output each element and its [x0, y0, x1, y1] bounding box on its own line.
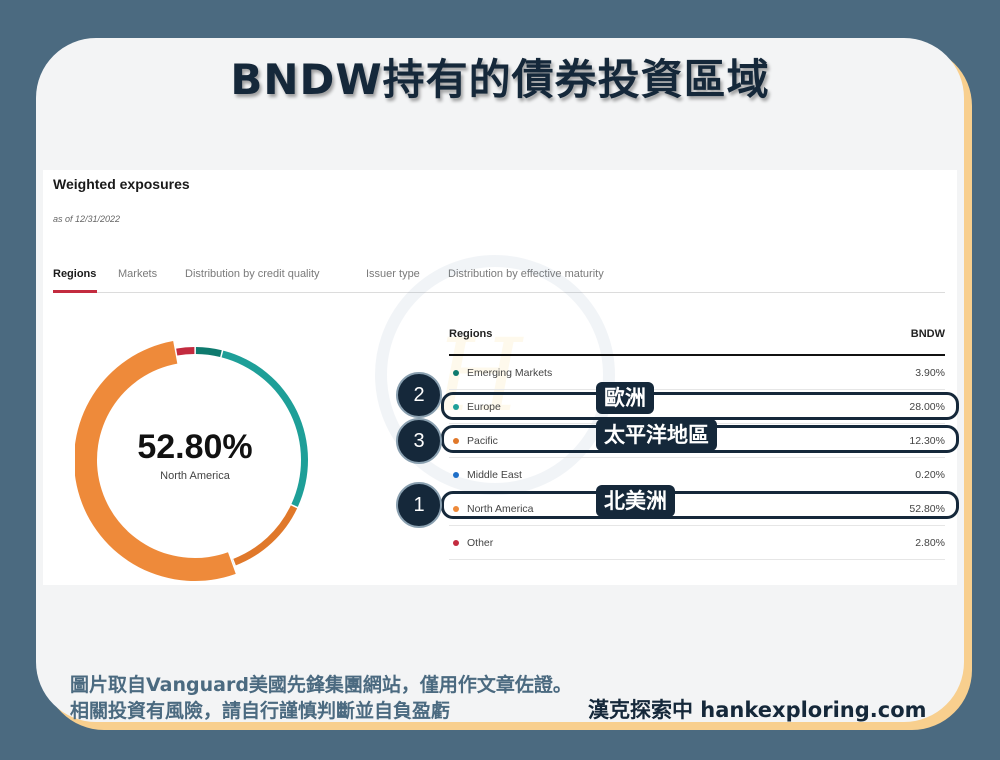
- row-value: 0.20%: [915, 469, 945, 481]
- donut-slice-pacific[interactable]: [233, 505, 298, 566]
- table-row[interactable]: Emerging Markets 3.90%: [449, 356, 945, 390]
- tab-markets[interactable]: Markets: [118, 268, 157, 280]
- tab-credit-quality[interactable]: Distribution by credit quality: [185, 268, 320, 280]
- donut-center-label: North America: [160, 470, 230, 482]
- rank-badge-1: 1: [396, 482, 442, 528]
- tab-regions[interactable]: Regions: [53, 268, 96, 280]
- label-north-america-zh: 北美洲: [596, 485, 675, 517]
- donut-slice-other[interactable]: [176, 347, 195, 356]
- row-region: Middle East: [467, 469, 522, 481]
- as-of-date: as of 12/31/2022: [53, 214, 121, 224]
- table-row[interactable]: Other 2.80%: [449, 526, 945, 560]
- highlight-box-europe: [441, 392, 959, 420]
- brand-credit: 漢克探索中 hankexploring.com: [588, 698, 927, 722]
- tab-issuer-type[interactable]: Issuer type: [366, 268, 420, 280]
- page-title: BNDW持有的債券投資區域: [230, 55, 770, 104]
- rank-badge-2: 2: [396, 372, 442, 418]
- donut-slice-emerging-markets[interactable]: [195, 347, 222, 358]
- active-tab-indicator: [53, 290, 97, 293]
- source-note: 圖片取自Vanguard美國先鋒集團網站，僅用作文章佐證。: [70, 674, 572, 696]
- donut-center-value: 52.80%: [137, 428, 253, 466]
- legend-dot-icon: [453, 472, 459, 478]
- table-header: Regions BNDW: [449, 320, 945, 356]
- panel-heading: Weighted exposures: [53, 176, 190, 192]
- rank-badge-3: 3: [396, 418, 442, 464]
- header-bndw: BNDW: [910, 328, 945, 340]
- legend-dot-icon: [453, 370, 459, 376]
- table-row[interactable]: Middle East 0.20%: [449, 458, 945, 492]
- row-region: Emerging Markets: [467, 367, 553, 379]
- row-region: Other: [467, 537, 494, 549]
- row-value: 3.90%: [915, 367, 945, 379]
- label-pacific-zh: 太平洋地區: [596, 419, 717, 451]
- legend-dot-icon: [453, 540, 459, 546]
- label-europe-zh: 歐洲: [596, 382, 654, 414]
- highlight-box-north-america: [441, 491, 959, 519]
- risk-disclaimer: 相關投資有風險，請自行謹慎判斷並自負盈虧: [70, 700, 451, 722]
- row-value: 2.80%: [915, 537, 945, 549]
- header-regions: Regions: [449, 328, 493, 340]
